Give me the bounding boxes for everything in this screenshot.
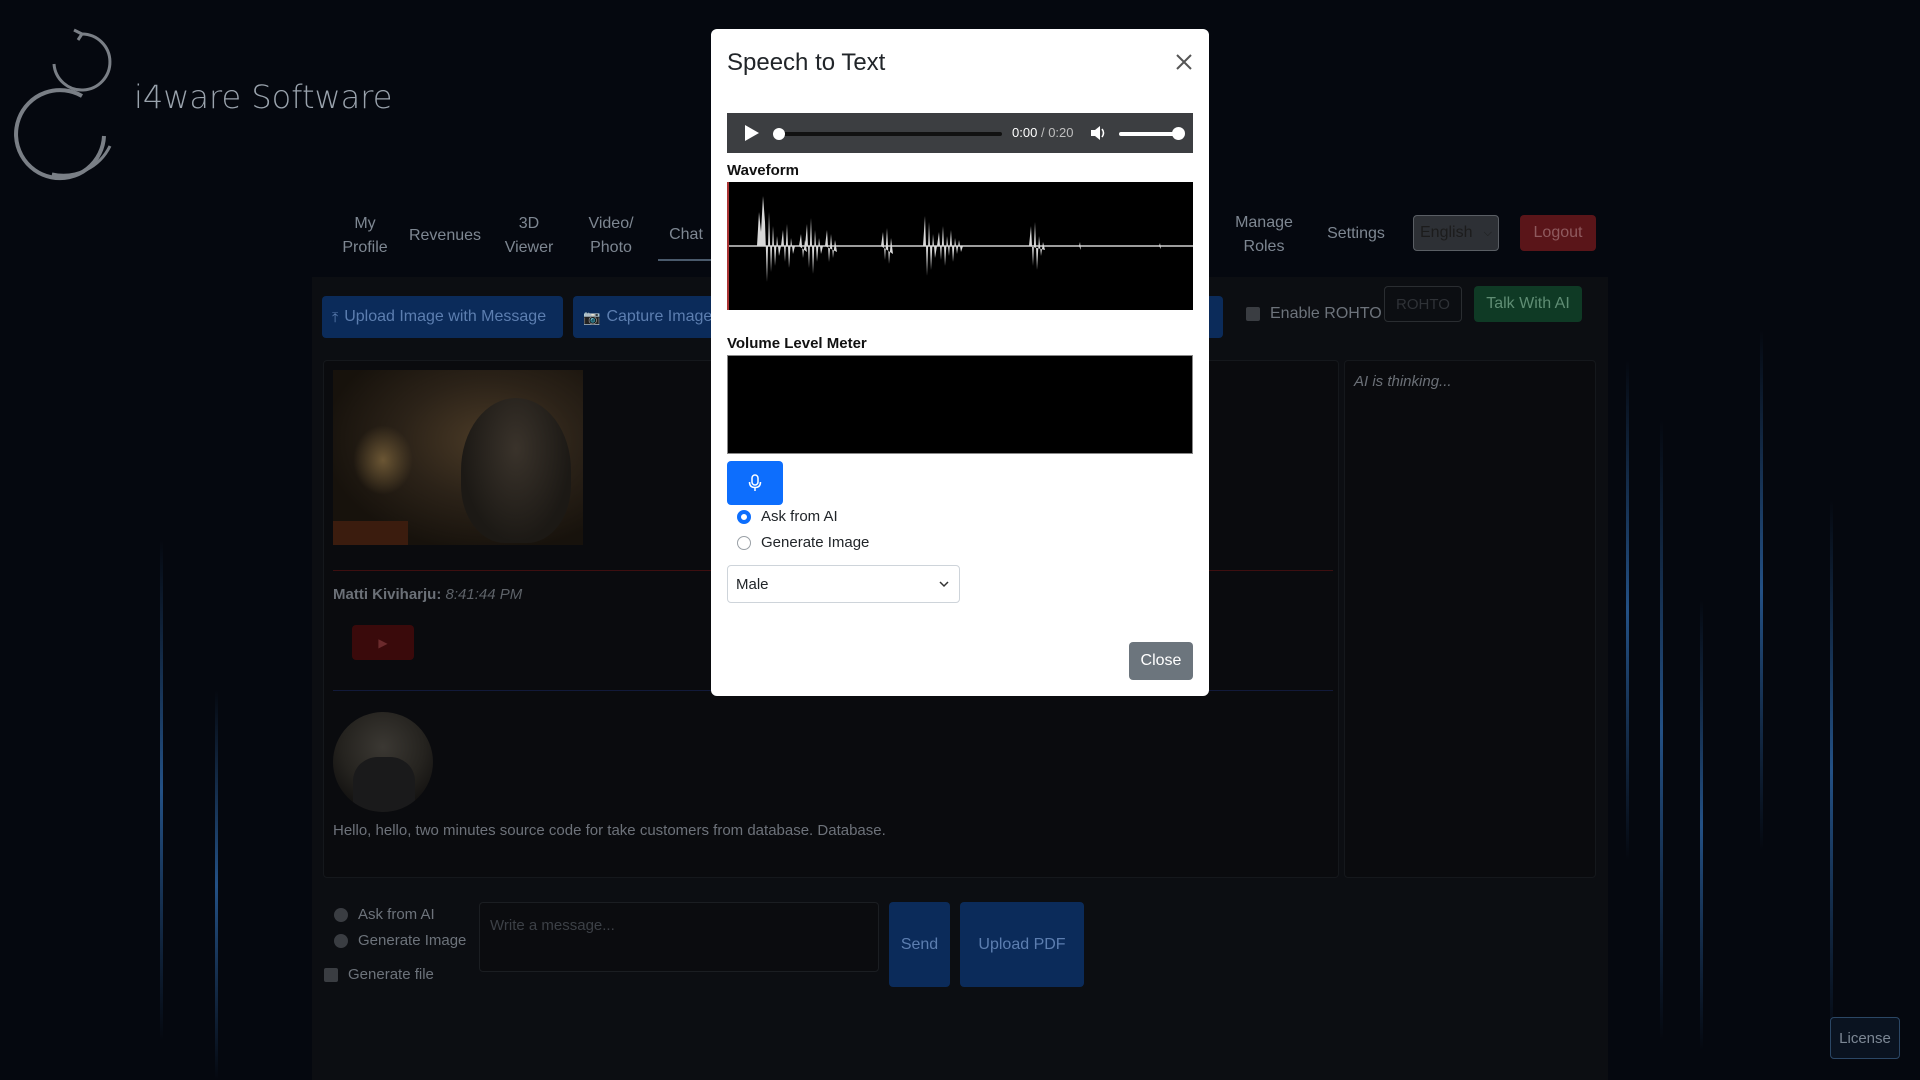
volume-track[interactable] — [1119, 132, 1177, 136]
modal-title: Speech to Text — [727, 49, 886, 76]
volume-thumb[interactable] — [1172, 127, 1185, 140]
audio-time: 0:00 / 0:20 — [1012, 125, 1074, 140]
close-icon — [1176, 54, 1192, 70]
audio-duration: 0:20 — [1048, 125, 1074, 140]
volume-meter-canvas — [727, 355, 1193, 454]
volume-meter-label: Volume Level Meter — [727, 335, 867, 352]
audio-time-separator: / — [1040, 125, 1045, 140]
speech-to-text-modal: Speech to Text 0:00 / 0:20 Waveform Volu… — [711, 29, 1209, 696]
volume-icon[interactable] — [1089, 124, 1107, 142]
chevron-down-icon — [939, 581, 949, 588]
radio-button[interactable] — [737, 535, 751, 550]
audio-progress-track[interactable] — [777, 132, 1002, 136]
radio-label: Generate Image — [761, 534, 870, 551]
audio-player: 0:00 / 0:20 — [727, 113, 1193, 153]
record-microphone-button[interactable] — [727, 461, 783, 505]
modal-radio-ask[interactable]: Ask from AI — [737, 508, 838, 525]
voice-value: Male — [736, 575, 769, 593]
audio-progress-thumb[interactable] — [773, 128, 785, 140]
audio-current-time: 0:00 — [1012, 125, 1038, 140]
radio-button-checked[interactable] — [737, 509, 751, 524]
modal-radio-generate[interactable]: Generate Image — [737, 534, 869, 551]
modal-close-button[interactable] — [1171, 49, 1197, 75]
microphone-icon — [748, 474, 762, 491]
waveform-label: Waveform — [727, 162, 799, 179]
waveform-graphic — [729, 196, 1193, 282]
radio-label: Ask from AI — [761, 508, 838, 525]
play-icon[interactable] — [745, 125, 759, 141]
close-button[interactable]: Close — [1129, 642, 1193, 680]
voice-select[interactable]: Male — [727, 565, 960, 603]
waveform-canvas — [727, 182, 1193, 310]
